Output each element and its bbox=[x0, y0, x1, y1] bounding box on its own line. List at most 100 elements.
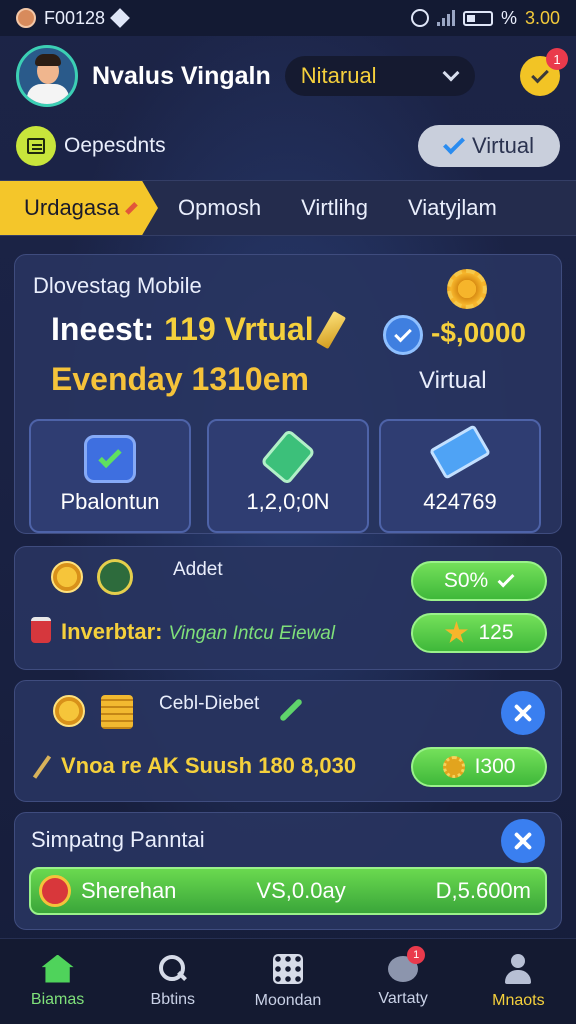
nav-profile[interactable]: Mnaots bbox=[468, 953, 568, 1010]
app-header: Nvalus Vingaln Nitarual 1 bbox=[0, 36, 576, 116]
bar-mid-text: VS,0.0ay bbox=[256, 878, 346, 903]
avatar-mini-icon bbox=[16, 8, 36, 28]
gear-icon bbox=[447, 269, 487, 309]
pill-value: 125 bbox=[478, 621, 514, 644]
card-title: Dlovestag Mobile bbox=[33, 273, 202, 298]
calculator-icon bbox=[101, 695, 133, 729]
amount-value: -$,0000 bbox=[431, 317, 526, 348]
virtual-button[interactable]: Virtual bbox=[418, 125, 560, 167]
grid-icon bbox=[272, 953, 303, 984]
tab-virtlihg[interactable]: Virtlihg bbox=[281, 181, 388, 235]
invest-label: Ineest: bbox=[51, 311, 155, 347]
alarm-icon bbox=[410, 9, 429, 27]
invest-line: Ineest: 119 Vrtual bbox=[51, 310, 346, 349]
stat-box-2[interactable]: 1,2,0;0N bbox=[207, 419, 369, 533]
battery-text: % bbox=[500, 7, 517, 28]
nav-search[interactable]: Bbtins bbox=[123, 954, 223, 1009]
bar-right-text: D,5.600m bbox=[435, 878, 531, 903]
mode-select[interactable]: Nitarual bbox=[284, 56, 475, 96]
check-icon bbox=[531, 65, 549, 83]
search-icon bbox=[158, 954, 187, 983]
tab-viatyjlam[interactable]: Viatyjlam bbox=[388, 181, 517, 235]
check-icon bbox=[497, 570, 515, 588]
simpatng-card: Simpatng Panntai Sherehan VS,0.0ay D,5.6… bbox=[14, 812, 562, 930]
percent-pill[interactable]: S0% bbox=[411, 561, 547, 601]
notification-badge: 1 bbox=[546, 48, 568, 70]
app-root: F00128 % 3.00 Nvalus Vingaln Nitarual 1 bbox=[0, 0, 576, 1024]
bar-left-text: Sherehan bbox=[81, 878, 177, 903]
invest-value: 119 Vrtual bbox=[164, 311, 314, 347]
star-pill[interactable]: 125 bbox=[411, 613, 547, 653]
nav-home[interactable]: Biamas bbox=[8, 954, 108, 1009]
tab-label: Urdagasa bbox=[24, 195, 120, 220]
pill-value: I300 bbox=[474, 755, 516, 778]
check-icon bbox=[443, 132, 465, 154]
virtual-button-label: Virtual bbox=[472, 133, 534, 158]
stat-box-3[interactable]: 424769 bbox=[379, 419, 541, 533]
home-icon bbox=[41, 954, 74, 983]
nav-label: Moondan bbox=[254, 991, 322, 1009]
stat-value: 424769 bbox=[423, 489, 497, 514]
slash-icon bbox=[32, 755, 52, 779]
nav-label: Biamas bbox=[30, 990, 85, 1008]
gold-bar-icon bbox=[315, 310, 346, 349]
tab-bar: Urdagasa Opmosh Virtlihg Viatyjlam bbox=[0, 180, 576, 236]
coin-icon bbox=[53, 695, 85, 727]
close-button[interactable] bbox=[501, 819, 545, 863]
target-icon bbox=[39, 875, 71, 907]
subheader-label: Oepesdnts bbox=[64, 134, 166, 157]
investment-card: Dlovestag Mobile Ineest: 119 Vrtual Even… bbox=[14, 254, 562, 534]
stat-box-1[interactable]: Pbalontun bbox=[29, 419, 191, 533]
row-text: Inverbtar: Vingan Intcu Eiewal bbox=[61, 619, 335, 645]
mode-select-value: Nitarual bbox=[300, 63, 377, 88]
card-label: Cebl-Diebet bbox=[159, 693, 260, 714]
notification-button[interactable]: 1 bbox=[520, 48, 568, 96]
row-subtext: Vingan Intcu Eiewal bbox=[168, 623, 336, 644]
chat-badge: 1 bbox=[407, 945, 426, 964]
nav-chat[interactable]: 1 Vartaty bbox=[353, 945, 453, 1008]
row-label: Inverbtar: bbox=[61, 619, 163, 644]
tab-label: Opmosh bbox=[178, 195, 262, 220]
progress-bar[interactable]: Sherehan VS,0.0ay D,5.600m bbox=[29, 867, 547, 915]
carrier-label: F00128 bbox=[44, 7, 106, 28]
tab-label: Viatyjlam bbox=[408, 195, 497, 220]
nav-grid[interactable]: Moondan bbox=[238, 953, 338, 1010]
addet-card: Addet Inverbtar: Vingan Intcu Eiewal S0% … bbox=[14, 546, 562, 670]
row-text: Vnoa re AK Suush 180 8,030 bbox=[61, 753, 357, 778]
tag-icon bbox=[260, 428, 316, 486]
bottom-nav: Biamas Bbtins Moondan 1 Vartaty Mnaots bbox=[0, 938, 576, 1024]
wand-icon bbox=[278, 697, 304, 723]
gear-pill[interactable]: I300 bbox=[411, 747, 547, 787]
cebl-card: Cebl-Diebet Vnoa re AK Suush 180 8,030 I… bbox=[14, 680, 562, 802]
card-label: Addet bbox=[173, 559, 223, 580]
virtual-label: Virtual bbox=[419, 367, 487, 394]
tab-label: Virtlihg bbox=[301, 195, 369, 220]
stat-value: 1,2,0;0N bbox=[246, 489, 330, 514]
nav-label: Mnaots bbox=[492, 991, 545, 1009]
document-icon[interactable] bbox=[16, 126, 56, 166]
gear-icon bbox=[442, 756, 465, 778]
card-label: Simpatng Panntai bbox=[31, 827, 205, 852]
user-icon bbox=[503, 953, 533, 984]
radar-icon bbox=[97, 559, 133, 595]
nav-label: Bbtins bbox=[150, 990, 196, 1008]
nav-label: Vartaty bbox=[378, 989, 428, 1007]
avatar[interactable] bbox=[16, 45, 78, 107]
eveday-value: Evenday 1310em bbox=[51, 361, 309, 397]
ticket-icon bbox=[428, 424, 492, 480]
star-icon bbox=[444, 621, 468, 643]
username: Nvalus Vingaln bbox=[92, 61, 271, 90]
pencil-icon bbox=[125, 201, 138, 215]
check-coin-icon bbox=[383, 315, 423, 355]
status-time: 3.00 bbox=[524, 7, 560, 28]
tab-opmosh[interactable]: Opmosh bbox=[158, 181, 281, 235]
status-bar: F00128 % 3.00 bbox=[0, 0, 576, 36]
diamond-icon bbox=[110, 8, 130, 28]
tab-urdagasa[interactable]: Urdagasa bbox=[0, 181, 158, 235]
signal-icon bbox=[436, 10, 455, 26]
close-button[interactable] bbox=[501, 691, 545, 735]
coin-icon bbox=[51, 561, 83, 593]
pill-value: S0% bbox=[443, 569, 489, 592]
check-square-icon bbox=[84, 435, 136, 483]
can-icon bbox=[31, 617, 51, 643]
